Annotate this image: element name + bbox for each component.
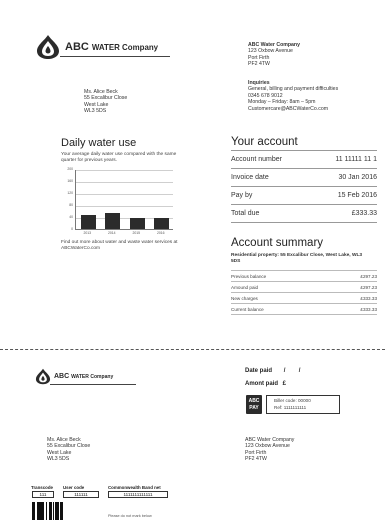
chart-x-axis: 2013 2014 2015 2016 [75,231,173,237]
chart-bar-2014 [105,213,121,229]
transcode-value: 111 [32,491,54,498]
slip-recipient-address: Ms. Alice Beck 55 Excalibur Close West L… [47,437,91,463]
chart-y-tick-label: 40 [69,215,73,219]
daily-use-footer: Find out more about water and waste wate… [61,240,178,251]
barcode-stripe [61,502,64,520]
summary-row-new-charges: New charges £333.33 [231,293,377,304]
amount-paid-field[interactable]: Amont paid £ [245,381,286,387]
daily-use-chart: 200 160 120 80 40 0 2013 2014 2015 2016 [61,167,175,240]
account-row-invoice-date: Invoice date 30 Jan 2016 [231,169,377,187]
slip-company-logo: ABC WATER Company [34,368,113,385]
chart-x-tick-label: 2016 [156,231,165,235]
water-drop-logo-icon [37,35,59,59]
band-value: 1111111111111 [108,491,168,498]
account-title: Your account [231,136,298,148]
chart-gridline [76,182,173,183]
barcode-stripe [43,502,45,520]
account-row-total-due: Total due £333.33 [231,205,377,223]
chart-y-tick-label: 160 [67,179,73,183]
daily-use-description: Your average daily water use compared wi… [61,152,177,163]
account-table: Account number 11 11111 11 1 Invoice date… [231,150,377,223]
barcode [32,502,74,520]
tear-off-line [0,349,385,350]
slip-sender-address: ABC Water Company 123 Oxbow Avenue Port … [245,437,295,463]
no-mark-note: Please do not mark below [108,514,152,518]
slip-water-drop-logo-icon [35,368,51,385]
summary-property: Residential property: 55 Excalibur Close… [231,253,363,264]
recipient-address: Ms. Alice Beck 55 Excalibur Close West L… [84,89,128,115]
summary-row-paid: Amound paid £297.23 [231,282,377,293]
account-row-pay-by: Pay by 15 Feb 2016 [231,187,377,205]
chart-y-tick-label: 80 [69,203,73,207]
daily-use-title: Daily water use [61,137,137,149]
abc-pay-badge: ABC PAY [246,395,262,414]
barcode-stripe [46,502,48,520]
transcode-label: Transcode [31,485,53,490]
chart-gridline [76,194,173,195]
biller-box: Biller code: 00000 Ref: 1111111111 [266,395,340,414]
chart-y-tick-label: 0 [71,227,73,231]
logo-wordmark: ABC WATER Company [65,41,159,53]
summary-row-previous: Previous balance £297.23 [231,271,377,282]
usercode-label: User code [63,485,85,490]
chart-bar-2016 [154,217,170,229]
chart-x-tick-label: 2014 [107,231,116,235]
barcode-stripe [57,502,59,520]
date-paid-field[interactable]: Date paid / / [245,368,300,374]
chart-y-tick-label: 120 [67,191,73,195]
chart-x-tick-label: 2015 [132,231,141,235]
summary-table: Previous balance £297.23 Amound paid £297.… [231,270,377,315]
chart-bar-2015 [129,218,145,229]
band-label: Commonwealth Band net [108,485,161,490]
inquiries-block: Inquiries General, billing and payment d… [248,80,339,112]
logo-underline [60,56,170,57]
chart-y-tick-label: 200 [67,167,73,171]
summary-row-current: Current balance £333.33 [231,304,377,315]
usercode-value: 111111 [63,491,99,498]
chart-gridline [76,206,173,207]
barcode-stripe [34,502,36,520]
chart-gridline [76,170,173,171]
slip-logo-underline [50,384,136,385]
slip-logo-wordmark: ABC WATER Company [54,373,114,380]
chart-plot-area [75,170,173,230]
chart-bar-2013 [80,214,96,229]
barcode-stripe [50,502,52,520]
sender-address: ABC Water Company 123 Oxbow Avenue Port … [248,42,300,68]
chart-y-axis: 200 160 120 80 40 0 [61,167,73,231]
account-row-number: Account number 11 11111 11 1 [231,151,377,169]
summary-title: Account summary [231,237,324,249]
chart-x-tick-label: 2013 [83,231,92,235]
